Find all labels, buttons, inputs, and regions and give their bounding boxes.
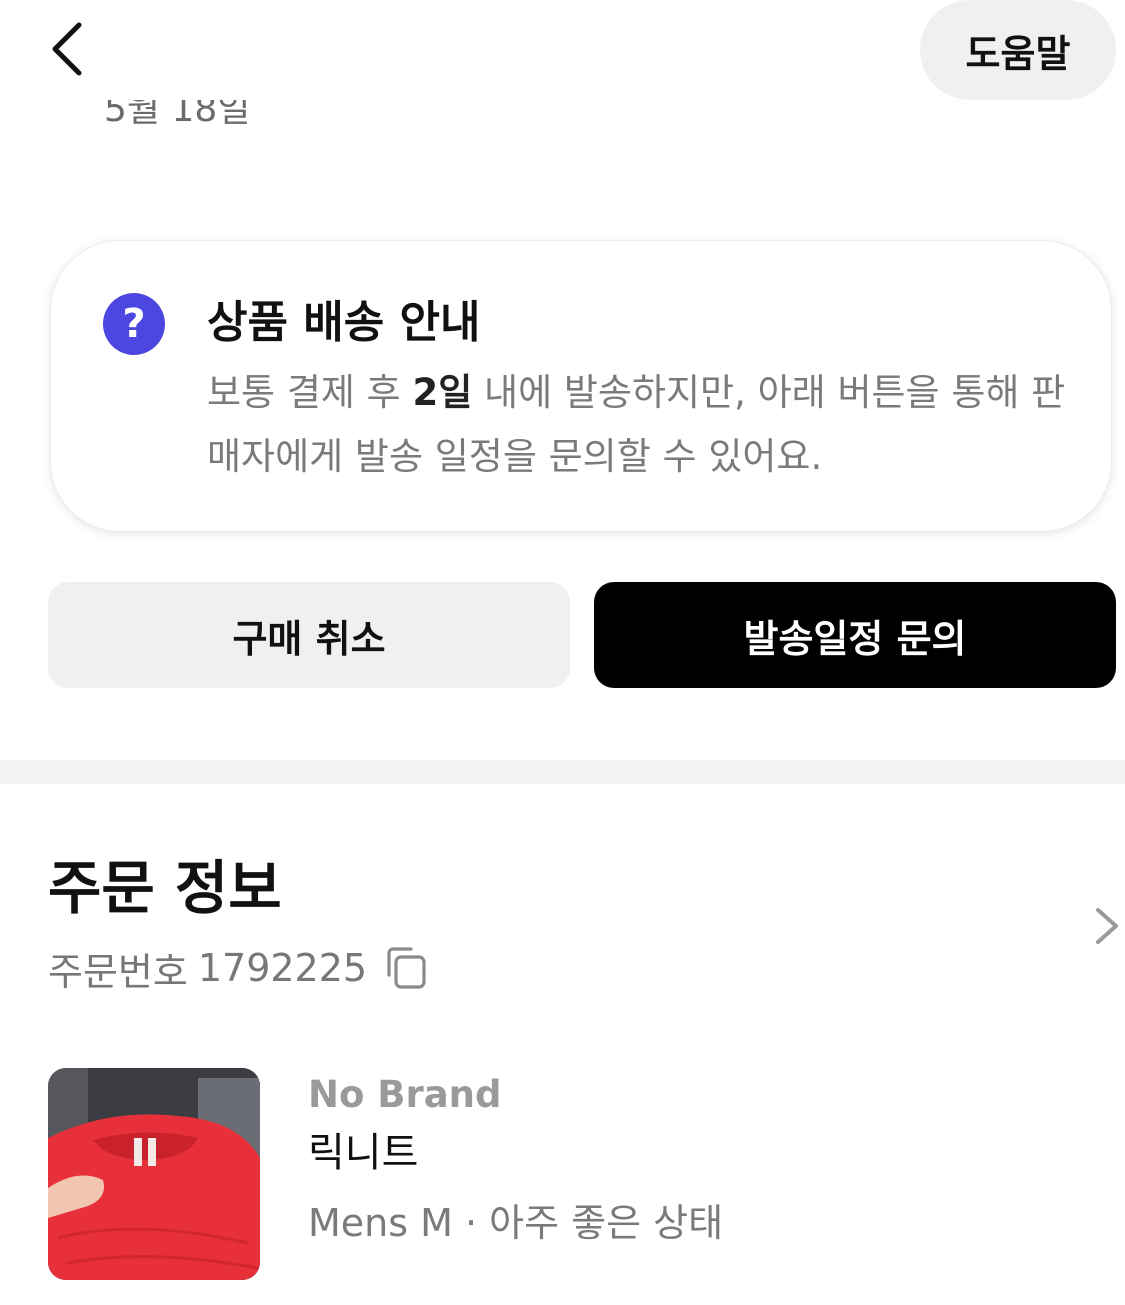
order-number-row: 주문번호 1792225 <box>48 940 429 996</box>
section-divider <box>0 760 1125 784</box>
cancel-purchase-button[interactable]: 구매 취소 <box>48 582 570 688</box>
order-number-label: 주문번호 <box>48 949 188 994</box>
shipping-inquiry-button[interactable]: 발송일정 문의 <box>594 582 1116 688</box>
question-icon: ? <box>103 293 165 355</box>
order-number-value: 1792225 <box>197 946 368 990</box>
notice-title: 상품 배송 안내 <box>207 297 481 348</box>
sweater-image <box>48 1068 260 1280</box>
product-option: Mens M · 아주 좋은 상태 <box>308 1201 724 1245</box>
product-thumbnail[interactable] <box>48 1068 260 1280</box>
back-arrow-icon <box>52 22 82 76</box>
order-info-title: 주문 정보 <box>48 854 282 922</box>
copy-icon[interactable] <box>383 945 429 991</box>
back-button[interactable] <box>32 14 102 84</box>
product-name[interactable]: 릭니트 <box>308 1128 418 1178</box>
notice-desc-prefix: 보통 결제 후 <box>207 371 413 414</box>
notice-desc-highlight: 2일 <box>412 371 473 414</box>
product-brand: No Brand <box>308 1073 502 1116</box>
chevron-right-icon[interactable] <box>1088 902 1125 950</box>
shipping-notice-card: ? 상품 배송 안내 보통 결제 후 2일 내에 발송하지만, 아래 버튼을 통… <box>50 240 1112 532</box>
notice-description: 보통 결제 후 2일 내에 발송하지만, 아래 버튼을 통해 판매자에게 발송 … <box>207 361 1087 489</box>
partial-date: 5월 18일 <box>104 100 250 134</box>
partial-date-text: 5월 18일 <box>104 100 251 130</box>
help-button[interactable]: 도움말 <box>920 0 1116 100</box>
